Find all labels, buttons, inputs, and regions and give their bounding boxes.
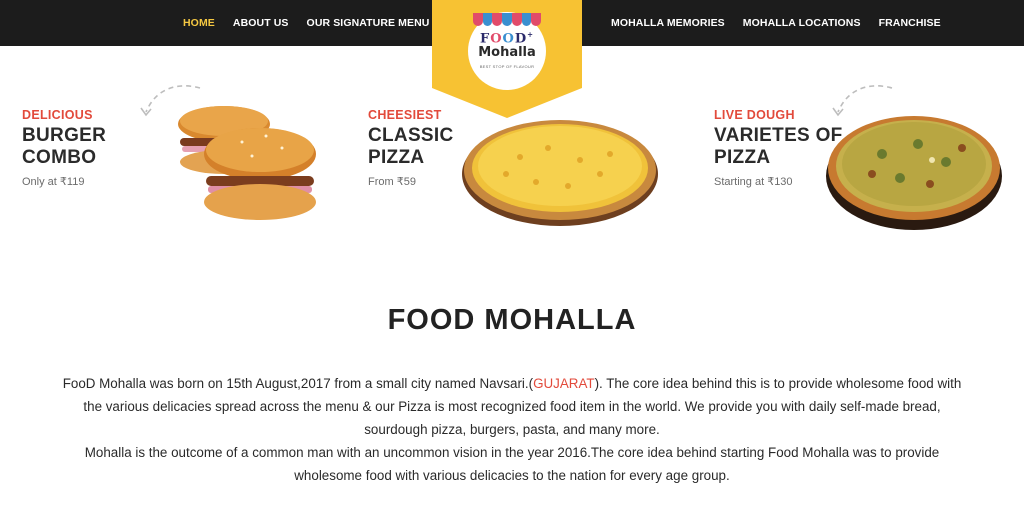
- nav-franchise-link[interactable]: FRANCHISE: [879, 17, 941, 29]
- promo-title: CLASSIC PIZZA: [368, 125, 454, 168]
- nav-memories-link[interactable]: MOHALLA MEMORIES: [611, 17, 725, 29]
- nav-locations-link[interactable]: MOHALLA LOCATIONS: [743, 17, 861, 29]
- logo-mohalla-text: Mohalla: [478, 45, 536, 60]
- nav-about-link[interactable]: ABOUT US: [233, 17, 289, 29]
- gujarat-highlight: GUJARAT: [533, 376, 595, 391]
- logo-badge[interactable]: FOOD+ Mohalla BEST STOP OF FLAVOUR: [432, 0, 582, 118]
- awning-icon: [473, 13, 542, 26]
- burger-image: [178, 106, 316, 220]
- promo-price: Only at ₹119: [22, 176, 85, 188]
- classic-pizza-image: [462, 120, 658, 226]
- promo-price: From ₹59: [368, 176, 416, 188]
- nav-signature-menu-link[interactable]: OUR SIGNATURE MENU: [307, 17, 430, 29]
- nav-left-group: HOME ABOUT US OUR SIGNATURE MENU: [183, 0, 430, 46]
- promo-burger-combo[interactable]: DELICIOUS BURGER COMBO Only at ₹119: [22, 108, 106, 188]
- varieties-pizza-image: [826, 116, 1002, 230]
- about-paragraph: FooD Mohalla was born on 15th August,201…: [62, 376, 962, 483]
- promo-title: BURGER COMBO: [22, 125, 107, 168]
- logo-tagline: BEST STOP OF FLAVOUR: [479, 64, 535, 69]
- logo-food-text: FOOD+: [479, 30, 535, 47]
- promo-eyebrow: CHEESIEST: [368, 108, 442, 122]
- about-heading: FOOD MOHALLA: [387, 304, 637, 336]
- promo-classic-pizza[interactable]: CHEESIEST CLASSIC PIZZA From ₹59: [368, 108, 454, 188]
- nav-right-group: MOHALLA MEMORIES MOHALLA LOCATIONS FRANC…: [611, 0, 941, 46]
- nav-home-link[interactable]: HOME: [183, 17, 215, 29]
- promo-eyebrow: DELICIOUS: [22, 108, 93, 122]
